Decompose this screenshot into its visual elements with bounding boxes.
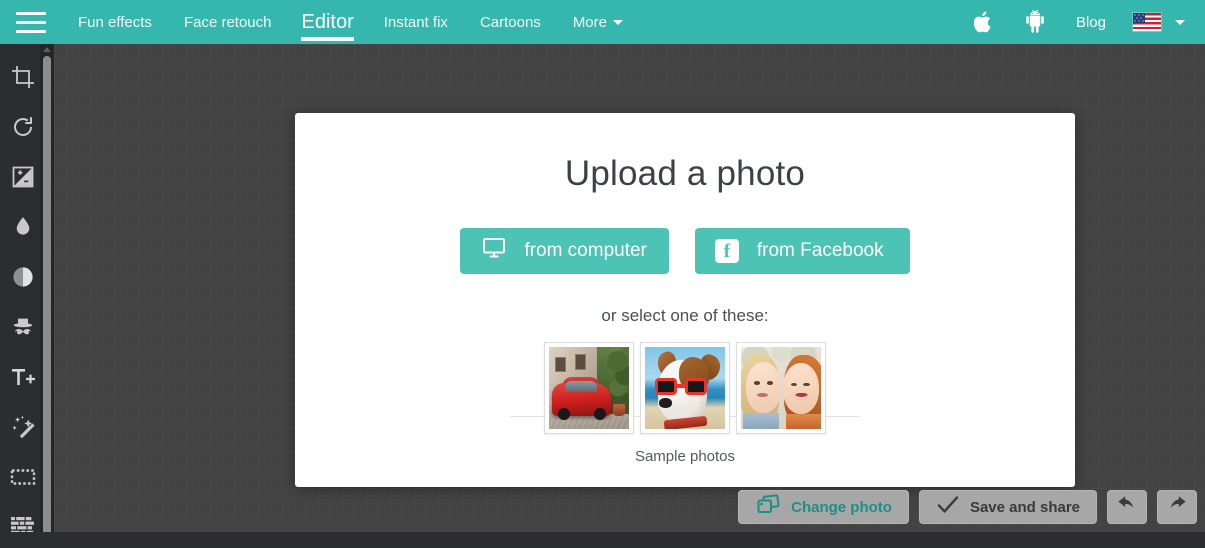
image-layer (654, 378, 677, 395)
thumbnail-image (645, 347, 725, 429)
hamburger-bar (16, 11, 46, 15)
sample-photo-dog[interactable] (640, 342, 730, 434)
nav-item-instant-fix[interactable]: Instant fix (368, 0, 464, 44)
button-label: Save and share (969, 498, 1080, 516)
button-label: from Facebook (756, 240, 884, 261)
upload-buttons: from computer f from Facebook (460, 228, 910, 274)
sample-photo-car[interactable] (544, 342, 634, 434)
blog-link[interactable]: Blog (1063, 0, 1119, 44)
hamburger-menu-icon[interactable] (0, 0, 62, 44)
text-tool[interactable] (1, 352, 45, 402)
main-nav: Fun effects Face retouch Editor Instant … (62, 0, 639, 44)
image-layer (785, 414, 821, 429)
from-facebook-button[interactable]: f from Facebook (694, 228, 910, 274)
thumbnail-image (549, 347, 629, 429)
image-layer (555, 356, 566, 372)
upload-photo-modal: Upload a photo from computer f from Face… (295, 113, 1075, 487)
nav-label: Cartoons (479, 13, 541, 31)
nav-item-editor[interactable]: Editor (287, 0, 367, 44)
nav-label: More (572, 13, 607, 31)
sunglasses (654, 378, 708, 395)
hamburger-bar (16, 29, 46, 33)
rotate-tool[interactable] (1, 102, 45, 152)
contrast-tool[interactable] (1, 252, 45, 302)
header-right-group: Blog (961, 0, 1205, 44)
check-icon (936, 495, 960, 519)
save-and-share-button[interactable]: Save and share (918, 490, 1097, 524)
android-icon[interactable] (1011, 0, 1059, 44)
samples-area (295, 342, 1075, 434)
bottom-toolbar: Change photo Save and share (738, 490, 1197, 524)
nav-label: Fun effects (78, 13, 152, 31)
nav-label: Editor (301, 10, 354, 33)
image-layer (574, 353, 586, 370)
button-label: Change photo (791, 498, 892, 516)
image-layer (757, 392, 769, 397)
scroll-up-arrow-icon[interactable] (43, 47, 51, 52)
exposure-tool[interactable] (1, 152, 45, 202)
thumbnail-image (741, 347, 821, 429)
sample-thumbnails (544, 342, 826, 434)
image-layer (748, 365, 777, 408)
sample-photo-women[interactable] (736, 342, 826, 434)
image-layer (766, 381, 773, 385)
nav-item-fun-effects[interactable]: Fun effects (62, 0, 168, 44)
nav-label: Instant fix (383, 13, 448, 31)
photos-icon (755, 494, 781, 520)
nav-label: Face retouch (183, 13, 272, 31)
sample-photos-label: Sample photos (634, 448, 736, 465)
image-layer (753, 381, 761, 385)
chevron-down-icon (613, 19, 623, 25)
facebook-icon: f (714, 239, 739, 263)
undo-button[interactable] (1107, 490, 1147, 524)
us-flag-icon (1133, 13, 1161, 31)
top-header: Fun effects Face retouch Editor Instant … (0, 0, 1205, 44)
chevron-down-icon (1175, 19, 1185, 25)
blur-droplet-tool[interactable] (1, 202, 45, 252)
crop-tool[interactable] (1, 52, 45, 102)
from-computer-button[interactable]: from computer (460, 228, 669, 274)
hamburger-bar (16, 20, 46, 24)
editor-app: Fun effects Face retouch Editor Instant … (0, 0, 1205, 548)
image-layer (593, 407, 606, 420)
image-layer (685, 378, 708, 395)
change-photo-button[interactable]: Change photo (738, 490, 909, 524)
nav-item-more[interactable]: More (557, 0, 639, 44)
image-layer (565, 381, 597, 393)
monitor-icon (482, 237, 506, 265)
blog-label: Blog (1075, 13, 1106, 31)
nav-item-face-retouch[interactable]: Face retouch (168, 0, 288, 44)
redo-arrow-icon (1166, 495, 1188, 520)
redo-button[interactable] (1157, 490, 1197, 524)
stickers-mustache-tool[interactable] (1, 302, 45, 352)
image-layer (557, 407, 570, 420)
flag-canton (1133, 13, 1145, 23)
scrollbar-thumb[interactable] (43, 56, 51, 536)
image-layer (613, 403, 625, 416)
button-label: from computer (524, 240, 647, 261)
apple-icon[interactable] (961, 0, 1007, 44)
image-layer (742, 412, 780, 429)
sidebar-scrollbar[interactable] (40, 44, 54, 548)
or-select-text: or select one of these: (601, 306, 769, 325)
language-selector[interactable] (1123, 0, 1191, 44)
page-title: Upload a photo (564, 154, 806, 193)
undo-arrow-icon (1116, 495, 1138, 520)
magic-wand-tool[interactable] (1, 402, 45, 452)
bottom-status-bar (0, 532, 1205, 548)
nav-item-cartoons[interactable]: Cartoons (464, 0, 557, 44)
image-layer (787, 366, 817, 408)
frames-tool[interactable] (1, 452, 45, 502)
